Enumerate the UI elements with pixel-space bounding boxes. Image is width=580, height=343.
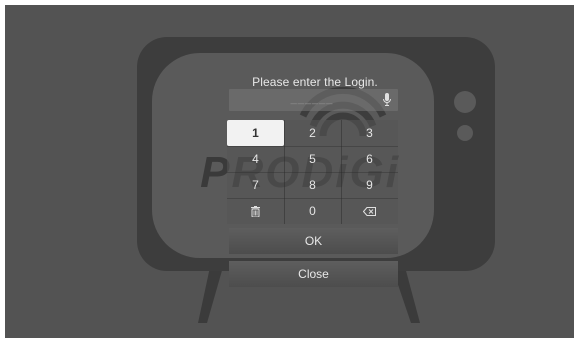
- key-5[interactable]: 5: [284, 146, 341, 172]
- key-1[interactable]: 1: [227, 120, 284, 146]
- key-8[interactable]: 8: [284, 172, 341, 198]
- login-input-mask: ______: [290, 93, 334, 105]
- key-4[interactable]: 4: [227, 146, 284, 172]
- app-screen: PRODiGi Please enter the Login. ______ 1…: [5, 5, 574, 338]
- login-prompt: Please enter the Login.: [252, 75, 378, 89]
- key-backspace[interactable]: [341, 198, 398, 224]
- ok-button[interactable]: OK: [229, 228, 398, 254]
- backspace-icon: [363, 206, 376, 216]
- key-9[interactable]: 9: [341, 172, 398, 198]
- close-button[interactable]: Close: [229, 261, 398, 287]
- key-delete[interactable]: [227, 198, 284, 224]
- delete-icon: [251, 205, 260, 217]
- key-2[interactable]: 2: [284, 120, 341, 146]
- keypad-divider: [227, 172, 398, 173]
- key-7[interactable]: 7: [227, 172, 284, 198]
- key-6[interactable]: 6: [341, 146, 398, 172]
- numeric-keypad: 1 2 3 4 5 6 7 8 9 0: [227, 120, 398, 224]
- mic-icon[interactable]: [382, 93, 392, 107]
- keypad-divider: [227, 146, 398, 147]
- keypad-divider: [227, 198, 398, 199]
- key-0[interactable]: 0: [284, 198, 341, 224]
- key-3[interactable]: 3: [341, 120, 398, 146]
- login-input[interactable]: ______: [229, 89, 398, 111]
